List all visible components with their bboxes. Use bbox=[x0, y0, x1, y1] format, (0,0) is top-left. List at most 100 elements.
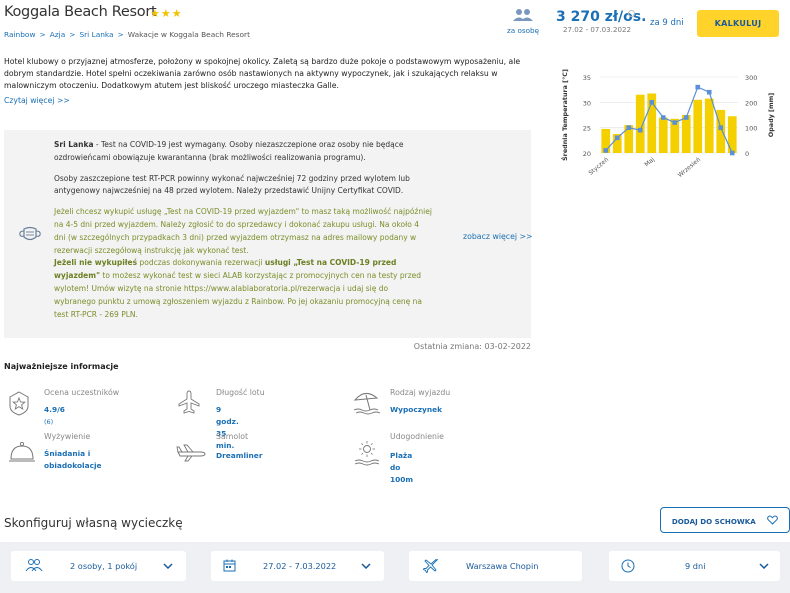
hotel-description: Hotel klubowy o przyjaznej atmosferze, p… bbox=[4, 57, 521, 91]
info-aircraft-label: Samolot bbox=[216, 432, 249, 441]
calendar-icon bbox=[223, 559, 236, 572]
configure-title: Skonfiguruj własną wycieczkę bbox=[4, 516, 183, 530]
duration-dropdown[interactable]: 9 dni bbox=[609, 551, 780, 581]
chart-point bbox=[649, 100, 655, 105]
hotel-title: Koggala Beach Resort bbox=[4, 4, 157, 20]
breadcrumb-rainbow[interactable]: Rainbow bbox=[4, 30, 36, 39]
chart-bar bbox=[704, 98, 714, 153]
chart-ylabel-left: Średnia Temperatura [°C] bbox=[560, 69, 569, 161]
covid-para-4-a: podczas dokonywania rezerwacji bbox=[137, 258, 265, 268]
beach-umbrella-icon bbox=[353, 393, 381, 415]
mask-icon bbox=[19, 226, 41, 241]
add-to-favorites-label: DODAJ DO SCHOWKA bbox=[671, 516, 756, 526]
dates-value: 27.02 - 7.03.2022 bbox=[263, 561, 337, 571]
climate-chart: 35 30 25 20 300 200 100 0 Styczeń Maj Wrzesień Śred… bbox=[555, 65, 780, 185]
breadcrumb: Rainbow > Azja > Sri Lanka > Wakacje w Koggala… bbox=[4, 30, 250, 39]
covid-para-4-b: to możesz wykonać test w sieci ALAB korz… bbox=[54, 271, 423, 319]
covid-para-4-bold: Jeżeli nie wykupiłeś bbox=[54, 258, 138, 268]
duration-value: 9 dni bbox=[685, 561, 706, 571]
chart-point bbox=[718, 125, 724, 130]
info-icon[interactable] bbox=[628, 10, 635, 17]
people-icon bbox=[25, 559, 43, 572]
trip-dates: 27.02 - 07.03.2022 bbox=[563, 25, 631, 34]
chart-point bbox=[729, 150, 735, 156]
airport-value: Warszawa Chopin bbox=[466, 561, 539, 571]
chart-left-tick: 35 bbox=[583, 74, 591, 82]
info-trip-type-value: Wypoczynek bbox=[390, 405, 443, 414]
breadcrumb-sri-lanka[interactable]: Sri Lanka bbox=[79, 30, 113, 39]
sun-sea-icon bbox=[354, 441, 380, 466]
chevron-down-icon bbox=[361, 563, 371, 569]
covid-para-1: Sri Lanka - Test na COVID-19 jest wymaga… bbox=[54, 139, 432, 165]
chart-left-tick: 20 bbox=[583, 150, 591, 158]
info-rating-label: Ocena uczestników bbox=[44, 388, 120, 397]
info-amenity-label: Udogodnienie bbox=[390, 432, 444, 441]
chart-right-tick: 300 bbox=[745, 74, 757, 82]
chart-right-tick: 200 bbox=[745, 99, 757, 107]
chart-right-tick: 0 bbox=[745, 150, 749, 158]
covid-see-more-link[interactable]: zobacz więcej >> bbox=[463, 232, 533, 241]
calculate-button[interactable]: KALKULUJ bbox=[697, 10, 779, 37]
read-more-link[interactable]: Czytaj więcej >> bbox=[4, 96, 70, 105]
airplane-icon bbox=[423, 558, 438, 574]
plane-icon bbox=[178, 390, 200, 414]
covid-para-1-text: - Test na COVID-19 jest wymagany. Osoby … bbox=[54, 140, 404, 162]
info-trip-type-label: Rodzaj wyjazdu bbox=[390, 388, 451, 397]
important-info-title: Najważniejsze informacje bbox=[4, 362, 119, 371]
chart-bar bbox=[681, 115, 691, 153]
info-amenity-value: Plaża do 100m bbox=[390, 451, 414, 484]
persons-label: za osobę bbox=[507, 26, 539, 35]
rating-count: (6) bbox=[44, 418, 54, 426]
covid-para-2: Osoby zaszczepione test RT-PCR powinny w… bbox=[54, 173, 410, 196]
rating-stars: ★★★ bbox=[150, 7, 183, 20]
covid-para-4: Jeżeli nie wykupiłeś podczas dokonywania… bbox=[54, 257, 432, 321]
chart-point bbox=[683, 115, 689, 120]
persons-dropdown[interactable]: 2 osoby, 1 pokój bbox=[11, 551, 186, 581]
dates-dropdown[interactable]: 27.02 - 7.03.2022 bbox=[211, 551, 384, 581]
chart-right-tick: 100 bbox=[745, 125, 757, 133]
info-flight-label: Długość lotu bbox=[216, 388, 265, 397]
add-to-favorites-button[interactable]: DODAJ DO SCHOWKA bbox=[660, 507, 790, 533]
chart-point bbox=[672, 120, 678, 125]
covid-country: Sri Lanka bbox=[54, 140, 94, 149]
chart-point bbox=[626, 125, 632, 130]
chart-x-tick: Maj bbox=[643, 156, 656, 168]
chart-point bbox=[614, 135, 620, 141]
chevron-down-icon bbox=[163, 563, 173, 569]
breadcrumb-azja[interactable]: Azja bbox=[50, 30, 66, 39]
info-flight-value: 9 godz. 35 min. bbox=[216, 405, 239, 450]
chart-x-tick: Styczeń bbox=[587, 156, 610, 177]
chart-point bbox=[603, 148, 609, 153]
chevron-down-icon bbox=[759, 563, 769, 569]
info-aircraft-value: Dreamliner bbox=[216, 451, 263, 460]
persons-value: 2 osoby, 1 pokój bbox=[70, 561, 138, 571]
rating-value: 4.9/6 bbox=[44, 405, 65, 414]
chart-point bbox=[695, 84, 701, 90]
rating-icon bbox=[9, 391, 29, 416]
last-change: Ostatnia zmiana: 03-02-2022 bbox=[413, 342, 531, 351]
climate-chart-svg: 35 30 25 20 300 200 100 0 Styczeń Maj Wrzesień Śred… bbox=[560, 69, 775, 179]
chart-point bbox=[660, 115, 666, 120]
persons-selector[interactable]: za osobę bbox=[506, 8, 540, 35]
heart-icon bbox=[767, 515, 779, 525]
cloche-icon bbox=[9, 441, 35, 462]
covid-text: Sri Lanka - Test na COVID-19 jest wymaga… bbox=[54, 139, 432, 321]
chart-bar bbox=[658, 117, 668, 153]
people-icon bbox=[513, 9, 533, 21]
info-meals-value: Śniadania i obiadokolacje bbox=[44, 449, 102, 470]
info-rating-value: 4.9/6 (6) bbox=[44, 404, 65, 428]
trip-days: za 9 dni bbox=[650, 18, 684, 28]
chart-ylabel-right: Opady [mm] bbox=[767, 93, 775, 138]
chart-point bbox=[706, 89, 712, 95]
chart-x-tick: Wrzesień bbox=[677, 156, 703, 179]
breadcrumb-current: Wakacje w Koggala Beach Resort bbox=[127, 30, 250, 39]
chart-bar bbox=[693, 99, 703, 153]
covid-para-3: Jeżeli chcesz wykupić usługę „Test na CO… bbox=[54, 207, 432, 255]
airport-dropdown[interactable]: Warszawa Chopin bbox=[409, 551, 582, 581]
chart-left-tick: 25 bbox=[583, 125, 591, 133]
clock-icon bbox=[621, 559, 635, 573]
chart-left-tick: 30 bbox=[583, 99, 591, 107]
airplane-side-icon bbox=[176, 444, 206, 462]
covid-info-box: Sri Lanka - Test na COVID-19 jest wymaga… bbox=[4, 130, 531, 338]
chart-point bbox=[637, 127, 643, 133]
